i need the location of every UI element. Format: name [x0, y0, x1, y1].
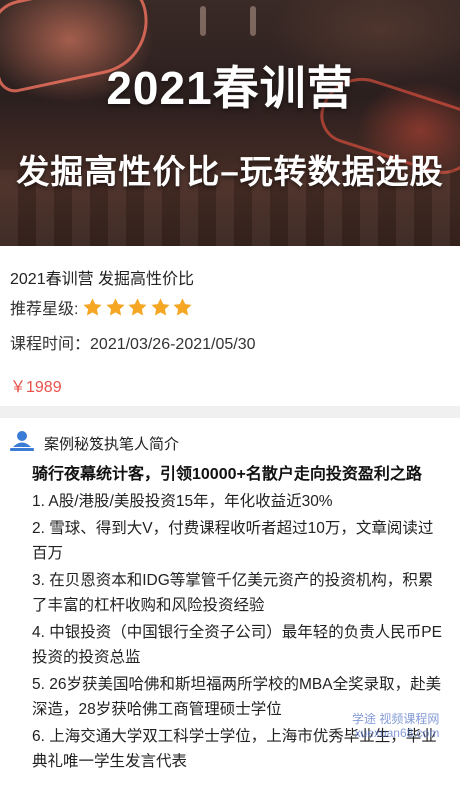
course-info: 2021春训营 发掘高性价比 推荐星级: 课程时间：2021/03/26-202…: [0, 246, 460, 406]
time-value: 2021/03/26-2021/05/30: [90, 336, 256, 353]
watermark-line1: 学途 视频课程网: [352, 712, 440, 726]
star-icon: [173, 297, 192, 315]
star-icon: [83, 297, 102, 315]
lamp-decoration: [250, 6, 256, 36]
rating-row: 推荐星级:: [10, 295, 195, 319]
star-rating: [82, 297, 195, 318]
bio-point: 2. 雪球、得到大V，付费课程收听者超过10万，文章阅读过百万: [32, 520, 434, 562]
star-icon: [128, 297, 147, 315]
time-label: 课程时间：: [10, 336, 91, 353]
bio-point: 3. 在贝恩资本和IDG等掌管千亿美元资产的投资机构，积累了丰富的杠杆收购和风险…: [32, 572, 434, 614]
star-icon: [151, 297, 170, 315]
banner-title: 2021春训营: [106, 62, 354, 114]
course-price: ￥1989: [10, 379, 62, 396]
banner-subtitle: 发掘高性价比–玩转数据选股: [16, 153, 444, 190]
author-header: 案例秘笈执笔人简介: [10, 430, 179, 456]
course-title: 2021春训营 发掘高性价比: [10, 271, 195, 288]
rating-label: 推荐星级:: [10, 301, 79, 318]
bio-point: 4. 中银投资（中国银行全资子公司）最年轻的负责人民币PE投资的投资总监: [32, 624, 442, 666]
watermark: 学途 视频课程网 xuexuan68.com: [352, 712, 439, 740]
lamp-decoration: [200, 6, 206, 36]
star-icon: [106, 297, 125, 315]
person-icon: [10, 430, 34, 456]
course-banner: 2021春训营 发掘高性价比–玩转数据选股: [0, 0, 460, 246]
watermark-line2: xuexuan68.com: [354, 726, 440, 740]
section-divider: [0, 406, 460, 418]
author-headline: 骑行夜幕统计客，引领10000+名散户走向投资盈利之路: [32, 466, 422, 483]
course-time: 课程时间：2021/03/26-2021/05/30: [10, 330, 256, 354]
bio-point: 1. A股/港股/美股投资15年，年化收益近30%: [32, 493, 333, 510]
author-section-title: 案例秘笈执笔人简介: [44, 435, 180, 453]
